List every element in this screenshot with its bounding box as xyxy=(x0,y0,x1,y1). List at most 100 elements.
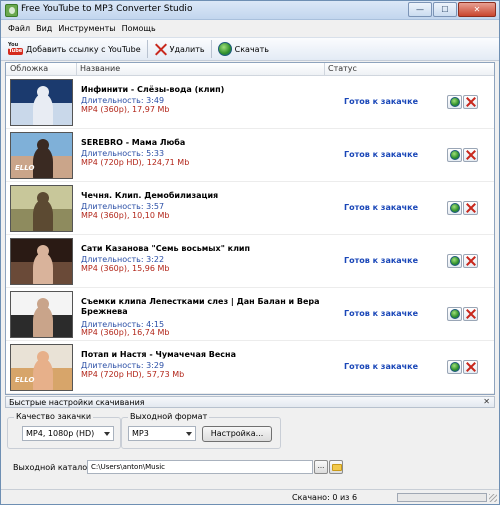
toolbar: You Tube Добавить ссылку с YouTube Удали… xyxy=(1,37,499,61)
browse-button[interactable]: ... xyxy=(314,460,328,474)
delete-button[interactable]: Удалить xyxy=(151,39,208,59)
list-item[interactable]: Съемки клипа Лепестками слез | Дан Балан… xyxy=(6,289,494,341)
maximize-button[interactable]: ☐ xyxy=(433,2,457,17)
resize-grip[interactable] xyxy=(489,494,497,502)
video-format: MP4 (360p), 17,97 Mb xyxy=(81,105,170,114)
format-group: Выходной формат MP3 Настройка... xyxy=(121,412,281,449)
format-select[interactable]: MP3 xyxy=(128,426,196,441)
video-title: Потап и Настя - Чумачечая Весна xyxy=(81,350,236,359)
video-duration: Длительность: 3:49 xyxy=(81,96,165,105)
row-download-button[interactable] xyxy=(447,307,462,321)
video-title: Чечня. Клип. Демобилизация xyxy=(81,191,219,200)
title-bar[interactable]: Free YouTube to MP3 Converter Studio — ☐… xyxy=(1,1,499,20)
minimize-button[interactable]: — xyxy=(408,2,432,17)
menu-help[interactable]: Помощь xyxy=(119,24,159,33)
row-download-button[interactable] xyxy=(447,201,462,215)
video-format: MP4 (360p), 15,96 Mb xyxy=(81,264,170,273)
quick-settings-title: Быстрые настройки скачивания xyxy=(9,398,145,407)
list-header: Обложка Название Статус xyxy=(6,63,494,76)
status-text: Готов к закачке xyxy=(344,362,419,371)
video-format: MP4 (360p), 10,10 Mb xyxy=(81,211,170,220)
download-count: Скачано: 0 из 6 xyxy=(292,493,358,502)
video-format: MP4 (360p), 16,74 Mb xyxy=(81,328,170,337)
menu-bar: Файл Вид Инструменты Помощь xyxy=(1,21,499,35)
quality-group: Качество закачки MP4, 1080p (HD) xyxy=(7,412,121,449)
youtube-icon: You Tube xyxy=(8,42,23,56)
row-remove-button[interactable] xyxy=(463,254,478,268)
download-label: Скачать xyxy=(234,44,269,54)
column-name[interactable]: Название xyxy=(80,64,120,73)
column-divider[interactable] xyxy=(324,63,325,76)
globe-icon xyxy=(449,203,460,213)
thumbnail-watermark: ELLO xyxy=(15,376,35,384)
remove-icon xyxy=(466,203,476,213)
remove-icon xyxy=(466,256,476,266)
toolbar-separator xyxy=(146,40,148,58)
row-download-button[interactable] xyxy=(447,148,462,162)
add-link-button[interactable]: You Tube Добавить ссылку с YouTube xyxy=(5,39,144,59)
row-remove-button[interactable] xyxy=(463,95,478,109)
list-item[interactable]: ELLO SEREBRO - Мама Люба Длительность: 5:3… xyxy=(6,130,494,182)
video-duration: Длительность: 3:29 xyxy=(81,361,165,370)
format-label: Выходной формат xyxy=(128,412,210,421)
list-item[interactable]: Сати Казанова "Семь восьмых" клип Длитель… xyxy=(6,236,494,288)
status-text: Готов к закачке xyxy=(344,97,419,106)
download-progress-bar xyxy=(397,493,487,502)
globe-icon xyxy=(449,150,460,160)
delete-label: Удалить xyxy=(169,44,205,54)
row-remove-button[interactable] xyxy=(463,148,478,162)
video-thumbnail xyxy=(10,238,73,285)
add-link-label: Добавить ссылку с YouTube xyxy=(26,44,141,54)
row-download-button[interactable] xyxy=(447,254,462,268)
status-text: Готов к закачке xyxy=(344,309,419,318)
status-bar: Скачано: 0 из 6 xyxy=(1,489,499,504)
list-item[interactable]: Инфинити - Слёзы-вода (клип) Длительность… xyxy=(6,77,494,129)
video-thumbnail xyxy=(10,291,73,338)
column-status[interactable]: Статус xyxy=(328,64,357,73)
app-window: Free YouTube to MP3 Converter Studio — ☐… xyxy=(0,0,500,505)
app-icon xyxy=(5,4,18,17)
video-format: MP4 (720p HD), 124,71 Mb xyxy=(81,158,190,167)
menu-view[interactable]: Вид xyxy=(33,24,55,33)
row-download-button[interactable] xyxy=(447,95,462,109)
settings-close-icon[interactable]: ✕ xyxy=(483,397,490,406)
globe-icon xyxy=(449,97,460,107)
menu-file[interactable]: Файл xyxy=(5,24,33,33)
output-folder-input[interactable]: C:\Users\anton\Music xyxy=(87,460,313,474)
close-button[interactable]: ✕ xyxy=(458,2,496,17)
download-button[interactable]: Скачать xyxy=(215,39,272,59)
open-folder-button[interactable] xyxy=(329,460,343,474)
globe-download-icon xyxy=(217,42,232,56)
video-format: MP4 (720p HD), 57,73 Mb xyxy=(81,370,185,379)
video-thumbnail xyxy=(10,185,73,232)
video-duration: Длительность: 3:22 xyxy=(81,255,165,264)
globe-icon xyxy=(449,362,460,372)
row-remove-button[interactable] xyxy=(463,360,478,374)
column-cover[interactable]: Обложка xyxy=(10,64,48,73)
thumbnail-watermark: ELLO xyxy=(15,164,35,172)
video-title: SEREBRO - Мама Люба xyxy=(81,138,186,147)
remove-icon xyxy=(466,150,476,160)
row-remove-button[interactable] xyxy=(463,201,478,215)
remove-icon xyxy=(466,362,476,372)
quick-settings-header: Быстрые настройки скачивания ✕ xyxy=(5,396,495,408)
video-title: Инфинити - Слёзы-вода (клип) xyxy=(81,85,225,94)
row-remove-button[interactable] xyxy=(463,307,478,321)
video-title: Сати Казанова "Семь восьмых" клип xyxy=(81,244,251,253)
menu-tools[interactable]: Инструменты xyxy=(55,24,118,33)
quality-select[interactable]: MP4, 1080p (HD) xyxy=(22,426,114,441)
list-item[interactable]: Чечня. Клип. Демобилизация Длительность: … xyxy=(6,183,494,235)
video-list[interactable]: Обложка Название Статус Инфинити - Слёзы… xyxy=(5,62,495,395)
list-item[interactable]: ELLO Потап и Настя - Чумачечая Весна Длите… xyxy=(6,342,494,394)
status-text: Готов к закачке xyxy=(344,203,419,212)
video-title: Съемки клипа Лепестками слез | Дан Балан… xyxy=(81,297,320,316)
delete-icon xyxy=(154,43,167,56)
row-download-button[interactable] xyxy=(447,360,462,374)
video-thumbnail: ELLO xyxy=(10,344,73,391)
setup-button[interactable]: Настройка... xyxy=(202,426,272,442)
video-duration: Длительность: 5:33 xyxy=(81,149,165,158)
format-value: MP3 xyxy=(132,429,149,438)
column-divider[interactable] xyxy=(76,63,77,76)
output-folder-label: Выходной каталог xyxy=(13,463,92,472)
toolbar-separator xyxy=(210,40,212,58)
